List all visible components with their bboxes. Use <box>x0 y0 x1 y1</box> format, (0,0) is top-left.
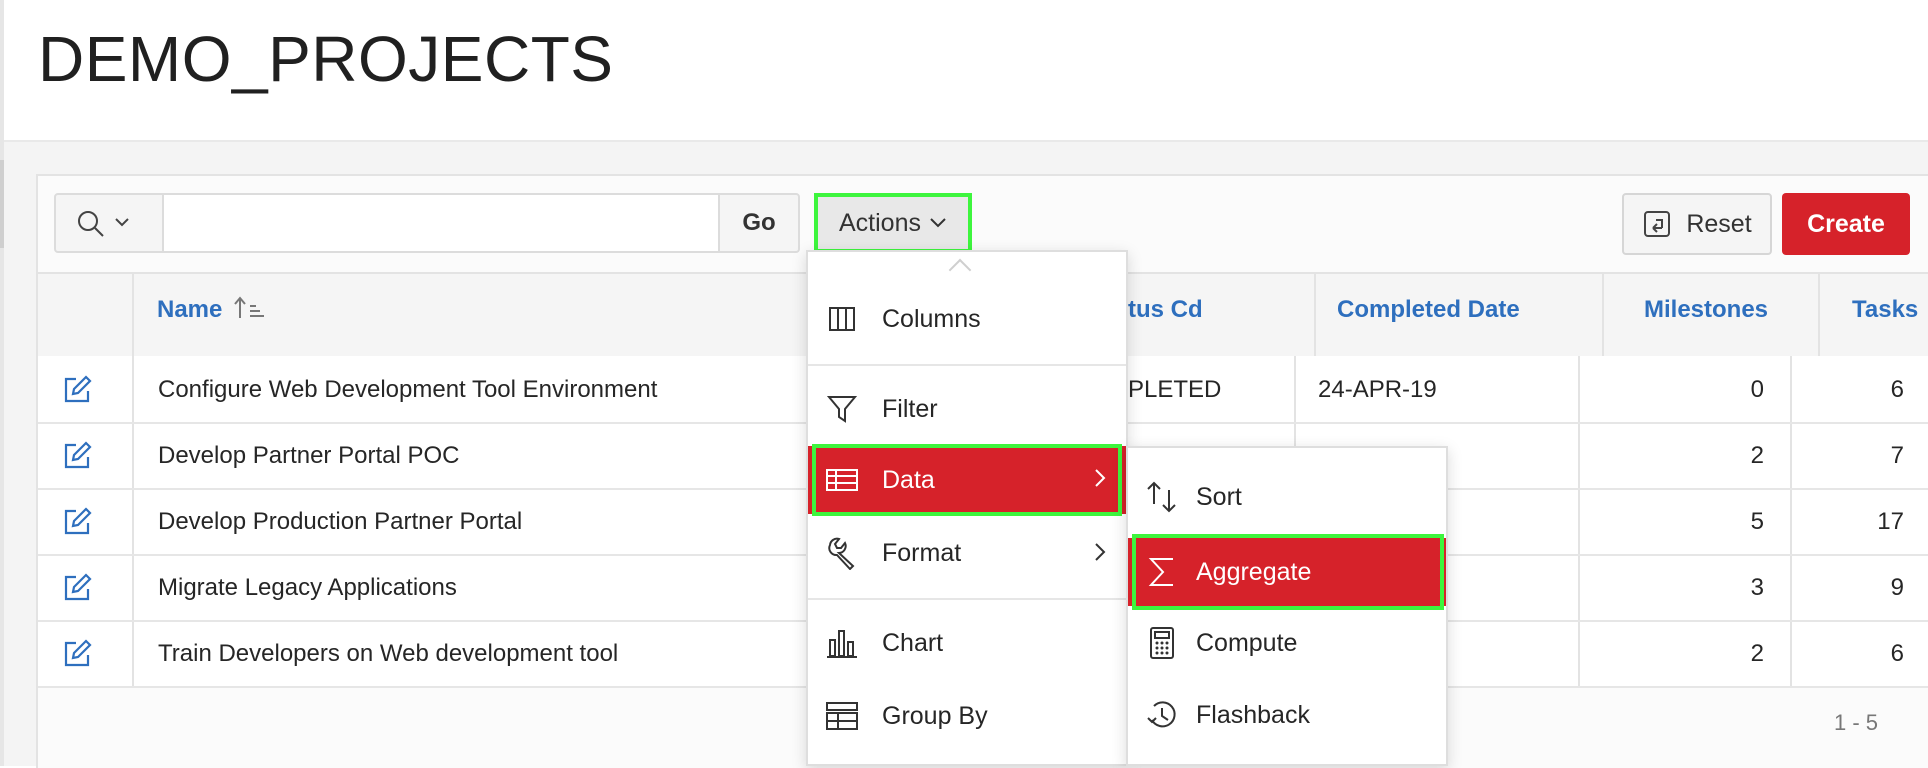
column-divider <box>1790 356 1792 686</box>
column-header-name[interactable]: Name <box>157 296 269 324</box>
cell-name: Develop Partner Portal POC <box>158 442 460 469</box>
edit-icon[interactable] <box>62 639 92 669</box>
sort-ascending-icon <box>234 296 265 318</box>
menu-item-label: Group By <box>882 701 988 730</box>
reset-icon <box>1644 211 1671 237</box>
submenu-item-flashback[interactable]: Flashback <box>1128 682 1446 748</box>
cell-name: Migrate Legacy Applications <box>158 574 457 601</box>
go-button[interactable]: Go <box>718 193 800 253</box>
group-by-icon <box>822 701 862 731</box>
menu-item-label: Columns <box>882 304 981 333</box>
cell-name: Train Developers on Web development tool <box>158 640 619 667</box>
submenu-item-label: Compute <box>1196 628 1298 657</box>
create-button[interactable]: Create <box>1782 193 1910 255</box>
edit-icon[interactable] <box>62 375 92 405</box>
cell-milestones: 5 <box>1750 508 1764 535</box>
menu-item-columns[interactable]: Columns <box>808 286 1126 352</box>
column-header-milestones[interactable]: Milestones <box>1644 296 1768 324</box>
edit-icon[interactable] <box>62 507 92 537</box>
cell-milestones: 2 <box>1750 442 1764 469</box>
edit-icon[interactable] <box>62 573 92 603</box>
page-title: DEMO_PROJECTS <box>38 23 614 95</box>
cell-name: Configure Web Development Tool Environme… <box>158 376 658 403</box>
chevron-down-icon <box>930 218 946 228</box>
highlight-box <box>1132 534 1444 610</box>
menu-separator <box>808 364 1126 366</box>
column-divider <box>132 272 134 686</box>
column-divider <box>1314 272 1316 356</box>
menu-item-label: Format <box>882 538 962 567</box>
menu-item-chart[interactable]: Chart <box>808 610 1126 676</box>
submenu-item-label: Sort <box>1196 482 1242 511</box>
cell-tasks: 6 <box>1890 376 1904 403</box>
submenu-item-compute[interactable]: Compute <box>1128 610 1446 676</box>
cell-milestones: 2 <box>1750 640 1764 667</box>
column-header-completed-date[interactable]: Completed Date <box>1337 296 1520 324</box>
menu-item-filter[interactable]: Filter <box>808 376 1126 442</box>
actions-label: Actions <box>839 208 921 237</box>
pagination-info: 1 - 5 <box>1834 710 1879 735</box>
sort-icon <box>1142 480 1182 514</box>
wrench-icon <box>822 536 862 570</box>
highlight-box <box>812 444 1122 516</box>
cell-tasks: 17 <box>1877 508 1904 535</box>
cell-status: PLETED <box>1128 376 1222 403</box>
edit-icon[interactable] <box>62 441 92 471</box>
search-icon <box>78 211 129 237</box>
menu-separator <box>808 598 1126 600</box>
column-header-label: Name <box>157 296 223 323</box>
column-divider <box>1818 272 1820 356</box>
cell-tasks: 7 <box>1890 442 1904 469</box>
history-icon <box>1142 698 1182 732</box>
actions-button[interactable]: Actions <box>814 193 972 253</box>
filter-icon <box>822 394 862 424</box>
column-divider <box>1602 272 1604 356</box>
cell-tasks: 6 <box>1890 640 1904 667</box>
cell-milestones: 0 <box>1750 376 1764 403</box>
column-divider <box>1578 356 1580 686</box>
reset-button[interactable]: Reset <box>1622 193 1772 255</box>
columns-icon <box>822 305 862 333</box>
bar-chart-icon <box>822 628 862 658</box>
cell-name: Develop Production Partner Portal <box>158 508 523 535</box>
submenu-item-sort[interactable]: Sort <box>1128 464 1446 530</box>
calculator-icon <box>1142 626 1182 660</box>
reset-label: Reset <box>1686 209 1752 238</box>
column-header-status[interactable]: tus Cd <box>1128 296 1203 324</box>
cell-milestones: 3 <box>1750 574 1764 601</box>
search-input[interactable] <box>164 193 720 253</box>
column-header-tasks[interactable]: Tasks <box>1852 296 1918 324</box>
menu-item-format[interactable]: Format <box>808 520 1126 586</box>
cell-completed-date: 24-APR-19 <box>1318 376 1437 403</box>
cell-tasks: 9 <box>1890 574 1904 601</box>
menu-item-label: Chart <box>882 628 944 657</box>
search-column-select[interactable] <box>54 193 164 253</box>
menu-item-label: Filter <box>882 394 938 423</box>
page-header: DEMO_PROJECTS <box>4 0 1928 142</box>
submenu-item-label: Flashback <box>1196 700 1310 729</box>
chevron-right-icon <box>1095 543 1106 561</box>
menu-item-group-by[interactable]: Group By <box>808 683 1126 749</box>
